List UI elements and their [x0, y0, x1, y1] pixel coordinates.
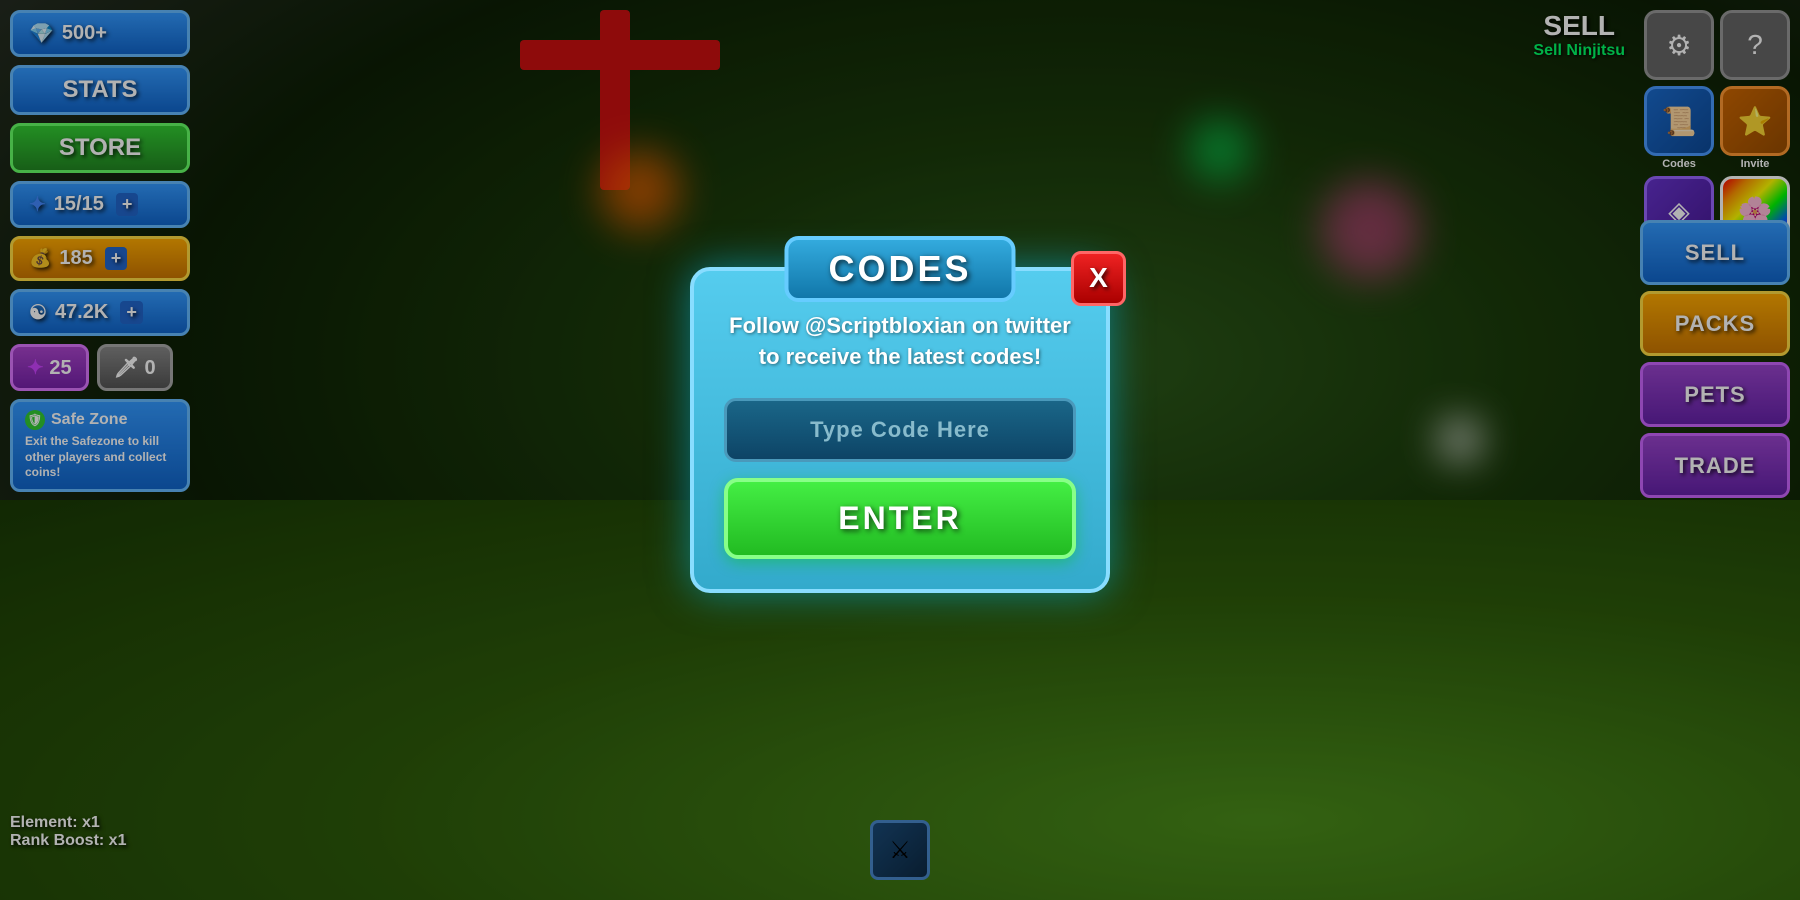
codes-modal-title: CODES [784, 236, 1015, 302]
enter-button[interactable]: ENTER [724, 478, 1076, 559]
modal-overlay: CODES X Follow @Scriptbloxian on twitter… [0, 0, 1800, 900]
codes-modal: CODES X Follow @Scriptbloxian on twitter… [690, 267, 1110, 594]
close-modal-button[interactable]: X [1071, 251, 1126, 306]
codes-description: Follow @Scriptbloxian on twitter to rece… [724, 301, 1076, 383]
code-input-field[interactable] [724, 398, 1076, 462]
ui-layer: SELL Sell Ninjitsu ⚙ ? 📜 Codes [0, 0, 1800, 900]
